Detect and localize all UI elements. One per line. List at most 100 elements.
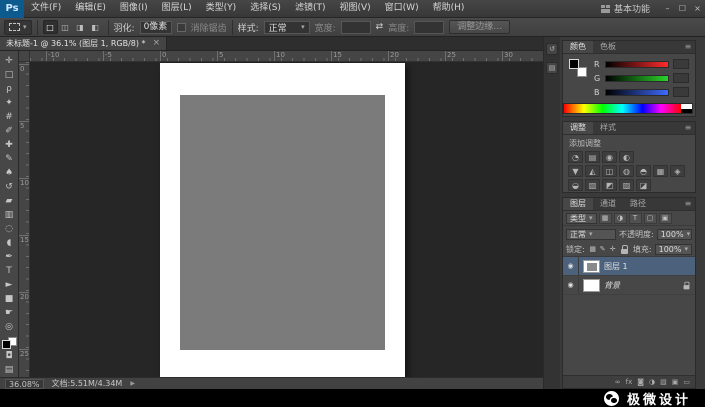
brush-tool[interactable]: ✎	[0, 152, 18, 166]
layer-filter-icon[interactable]: ◑	[613, 212, 627, 224]
history-brush-tool[interactable]: ↺	[0, 180, 18, 194]
lasso-tool[interactable]: ρ	[0, 82, 18, 96]
adjustment-icon[interactable]: ◪	[636, 179, 651, 191]
layer-name[interactable]: 图层 1	[604, 261, 628, 272]
visibility-eye-icon[interactable]: ◉	[563, 276, 579, 294]
clone-stamp-tool[interactable]: ♠	[0, 166, 18, 180]
green-slider[interactable]	[605, 74, 669, 82]
layer-thumbnail[interactable]	[583, 278, 600, 292]
tab-styles[interactable]: 样式	[593, 122, 623, 134]
red-slider[interactable]	[605, 60, 669, 68]
blue-slider[interactable]	[605, 88, 669, 96]
lock-option-icon[interactable]: ✛	[608, 244, 618, 255]
width-input[interactable]	[340, 20, 371, 34]
gray-rectangle-layer[interactable]	[180, 95, 385, 350]
layer-filter-icon[interactable]: ▣	[658, 212, 672, 224]
panel-menu-icon[interactable]: ≡	[681, 198, 695, 210]
eyedropper-tool[interactable]: ✐	[0, 124, 18, 138]
lock-option-icon[interactable]: ✎	[598, 244, 608, 255]
selection-mode-button[interactable]: ◨	[73, 20, 88, 34]
properties-panel-icon[interactable]: ▤	[546, 62, 558, 74]
red-value-input[interactable]	[673, 59, 689, 69]
menu-item[interactable]: 图像(I)	[113, 0, 155, 17]
document-tab[interactable]: 未标题-1 @ 36.1% (图层 1, RGB/8) * ×	[0, 37, 168, 50]
selection-mode-button[interactable]: ◫	[58, 20, 73, 34]
black-swatch[interactable]	[681, 108, 692, 113]
feather-input[interactable]: 0像素	[139, 20, 172, 34]
layer-row-background[interactable]: ◉ 背景	[563, 276, 695, 295]
window-control-button[interactable]: ☐	[675, 0, 690, 17]
refine-edge-button[interactable]: 调整边缘…	[449, 20, 511, 34]
workspace-switcher[interactable]: 基本功能	[591, 2, 660, 15]
vertical-ruler[interactable]: 051015202530	[19, 62, 30, 377]
rectangle-tool[interactable]: ■	[0, 292, 18, 306]
adjustment-icon[interactable]: ◒	[568, 179, 583, 191]
selection-mode-button[interactable]: ◧	[88, 20, 103, 34]
path-selection-tool[interactable]: ►	[0, 278, 18, 292]
visibility-eye-icon[interactable]: ◉	[563, 257, 579, 275]
adjustment-icon[interactable]: ◔	[568, 151, 583, 163]
rectangular-marquee-tool[interactable]: □	[0, 68, 18, 82]
tab-swatches[interactable]: 色板	[593, 41, 623, 53]
layer-thumbnail[interactable]	[583, 259, 600, 273]
adjustment-icon[interactable]: ◈	[670, 165, 685, 177]
foreground-color-swatch[interactable]	[569, 59, 579, 69]
menu-item[interactable]: 编辑(E)	[68, 0, 113, 17]
adjustment-icon[interactable]: ◍	[619, 165, 634, 177]
link-layers-icon[interactable]: ∞	[615, 378, 621, 386]
foreground-background-swatches[interactable]	[0, 337, 19, 349]
menu-item[interactable]: 帮助(H)	[426, 0, 472, 17]
eraser-tool[interactable]: ▰	[0, 194, 18, 208]
adjustment-icon[interactable]: ◓	[636, 165, 651, 177]
type-tool[interactable]: T	[0, 264, 18, 278]
screen-mode-icon[interactable]: ▤	[0, 363, 18, 377]
history-panel-icon[interactable]: ↺	[546, 43, 558, 55]
adjustment-icon[interactable]: ▧	[585, 179, 600, 191]
adjustment-icon[interactable]: ▦	[653, 165, 668, 177]
move-tool[interactable]: ✛	[0, 54, 18, 68]
quick-mask-mode-icon[interactable]: ◘	[0, 349, 18, 363]
panel-menu-icon[interactable]: ≡	[681, 41, 695, 53]
lock-all-icon[interactable]	[620, 244, 628, 254]
style-select[interactable]: 正常 ▾	[263, 20, 310, 34]
pen-tool[interactable]: ✒	[0, 250, 18, 264]
menu-item[interactable]: 图层(L)	[155, 0, 199, 17]
panel-menu-icon[interactable]: ≡	[681, 122, 695, 134]
adjustment-icon[interactable]: ◩	[602, 179, 617, 191]
document-page[interactable]	[160, 63, 405, 377]
ruler-origin-corner[interactable]	[19, 51, 30, 62]
status-options-arrow-icon[interactable]: ▶	[130, 380, 135, 387]
adjustment-icon[interactable]: ▼	[568, 165, 583, 177]
layer-effects-icon[interactable]: fx	[626, 378, 633, 386]
adjustment-icon[interactable]: ◉	[602, 151, 617, 163]
spot-healing-brush-tool[interactable]: ✚	[0, 138, 18, 152]
fill-select[interactable]: 100% ▾	[654, 243, 692, 255]
color-panel-swatches[interactable]	[569, 59, 587, 77]
horizontal-ruler[interactable]: -10 -5 0 5 10 15 20 25 30	[30, 51, 543, 62]
layer-group-icon[interactable]: ▧	[660, 378, 667, 386]
opacity-select[interactable]: 100% ▾	[656, 228, 692, 240]
menu-item[interactable]: 窗口(W)	[378, 0, 426, 17]
adjustment-layer-icon[interactable]: ◑	[649, 378, 655, 386]
window-control-button[interactable]: ×	[690, 0, 705, 17]
adjustment-icon[interactable]: ◐	[619, 151, 634, 163]
selection-mode-button[interactable]: □	[42, 20, 58, 34]
blend-mode-select[interactable]: 正常 ▾	[566, 228, 616, 240]
blur-tool[interactable]: ◌	[0, 222, 18, 236]
zoom-level-input[interactable]: 36.08%	[5, 378, 44, 389]
menu-item[interactable]: 滤镜(T)	[288, 0, 333, 17]
hand-tool[interactable]: ☛	[0, 306, 18, 320]
tab-channels[interactable]: 通道	[593, 198, 623, 210]
window-control-button[interactable]: –	[660, 0, 675, 17]
zoom-tool[interactable]: ◎	[0, 320, 18, 334]
layer-filter-icon[interactable]: ▦	[598, 212, 612, 224]
tool-preset-picker[interactable]: ▾	[4, 19, 32, 35]
adjustment-icon[interactable]: ▤	[585, 151, 600, 163]
tab-paths[interactable]: 路径	[623, 198, 653, 210]
layer-row-layer1[interactable]: ◉ 图层 1	[563, 257, 695, 276]
swap-dimensions-icon[interactable]: ⇄	[376, 22, 384, 32]
green-value-input[interactable]	[673, 73, 689, 83]
delete-layer-icon[interactable]: ▭	[683, 378, 690, 386]
adjustment-icon[interactable]: ◫	[602, 165, 617, 177]
menu-item[interactable]: 类型(Y)	[199, 0, 244, 17]
